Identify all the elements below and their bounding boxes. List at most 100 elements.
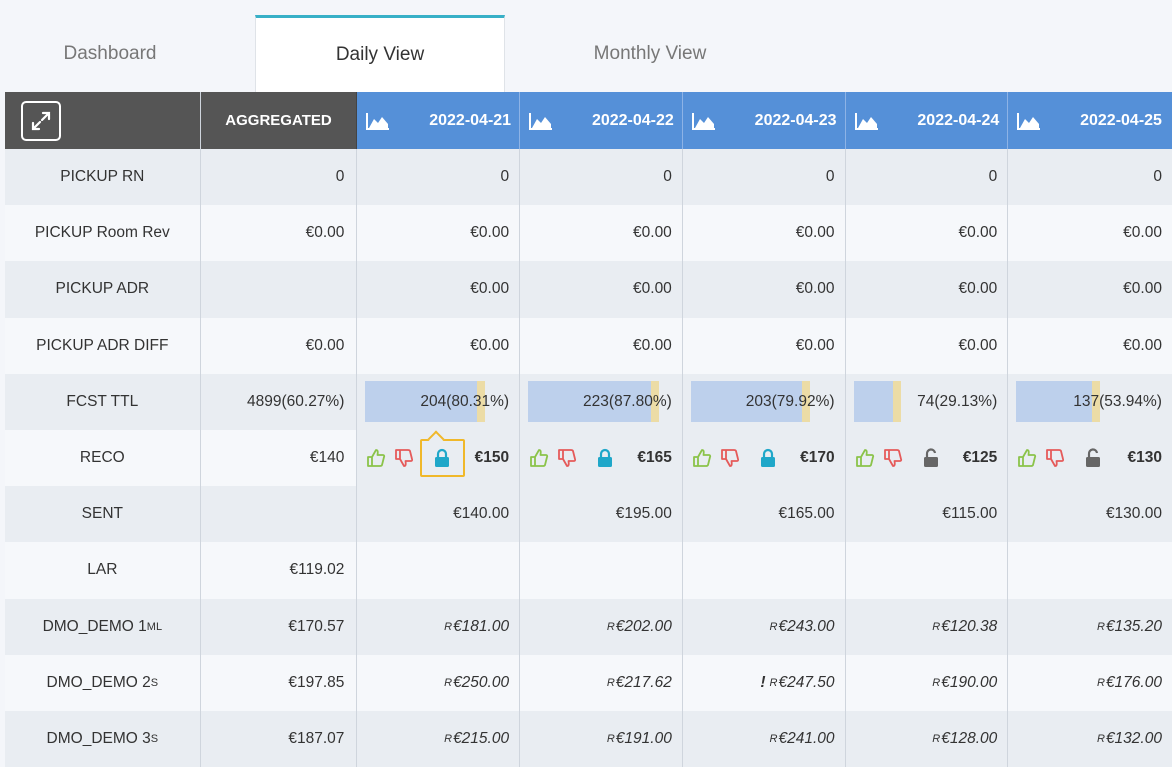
row-reco: RECO €140 €150 €165 €170 €125 €130 bbox=[5, 429, 1172, 487]
rate-value: €191.00 bbox=[615, 729, 672, 747]
grid-header-row: AGGREGATED 2022-04-21 2022-04-22 2022-04… bbox=[5, 92, 1172, 149]
reco-cell: €125 bbox=[845, 429, 1009, 487]
tab-monthly-view[interactable]: Monthly View bbox=[530, 16, 770, 92]
day-value: €195.00 bbox=[520, 486, 683, 543]
area-chart-icon[interactable] bbox=[365, 111, 391, 131]
date-label: 2022-04-25 bbox=[1080, 111, 1162, 129]
forecast-cell: 137(53.94%) bbox=[1008, 373, 1172, 430]
competitor-rate: R €190.00 bbox=[845, 654, 1009, 711]
rate-prefix: R bbox=[769, 676, 778, 689]
competitor-rate: R €202.00 bbox=[520, 598, 683, 655]
day-value: €0.00 bbox=[520, 261, 683, 318]
row-dmo-demo-2: DMO_DEMO 2S €197.85 R €250.00 R €217.62 ! R… bbox=[5, 654, 1172, 711]
thumbs-up-icon[interactable] bbox=[365, 447, 387, 469]
date-label: 2022-04-24 bbox=[917, 111, 1000, 129]
thumbs-up-icon[interactable] bbox=[691, 447, 713, 469]
competitor-rate: R €215.00 bbox=[357, 710, 521, 767]
unlock-icon[interactable] bbox=[920, 447, 942, 469]
row-dmo-demo-3: DMO_DEMO 3S €187.07 R €215.00 R €191.00 R €… bbox=[5, 710, 1172, 767]
row-label: SENT bbox=[5, 486, 201, 543]
thumbs-up-icon[interactable] bbox=[854, 447, 876, 469]
row-label-text: DMO_DEMO 1 bbox=[42, 617, 147, 635]
rate-prefix: R bbox=[606, 676, 615, 689]
reco-value: €165 bbox=[637, 449, 672, 467]
row-label: DMO_DEMO 1 ML bbox=[5, 598, 201, 655]
day-value: €165.00 bbox=[682, 486, 846, 543]
rate-value: €243.00 bbox=[778, 617, 835, 635]
aggregated-value: 4899(60.27%) bbox=[200, 373, 358, 430]
area-chart-icon[interactable] bbox=[1016, 111, 1042, 131]
competitor-rate: R €191.00 bbox=[520, 710, 683, 767]
competitor-rate: R €217.62 bbox=[520, 654, 683, 711]
area-chart-icon[interactable] bbox=[854, 111, 880, 131]
area-chart-icon[interactable] bbox=[691, 111, 717, 131]
day-value bbox=[357, 542, 521, 599]
thumbs-down-icon[interactable] bbox=[1044, 447, 1066, 469]
unlock-icon[interactable] bbox=[1082, 447, 1104, 469]
day-value: €140.00 bbox=[357, 486, 521, 543]
day-value: 0 bbox=[520, 149, 683, 206]
row-label-sup: ML bbox=[146, 620, 163, 633]
row-label: RECO bbox=[5, 429, 201, 487]
lock-icon[interactable] bbox=[757, 447, 779, 469]
thumbs-down-icon[interactable] bbox=[719, 447, 741, 469]
tab-daily-view[interactable]: Daily View bbox=[255, 15, 505, 92]
rate-value: €250.00 bbox=[453, 673, 510, 691]
reco-cell: €130 bbox=[1008, 429, 1172, 487]
rate-prefix: R bbox=[932, 732, 941, 745]
thumbs-down-icon[interactable] bbox=[882, 447, 904, 469]
aggregated-value: €170.57 bbox=[200, 598, 358, 655]
rate-prefix: R bbox=[932, 620, 941, 633]
rate-prefix: R bbox=[444, 676, 453, 689]
thumbs-down-icon[interactable] bbox=[556, 447, 578, 469]
date-header[interactable]: 2022-04-22 bbox=[520, 92, 683, 149]
reco-value: €125 bbox=[962, 449, 998, 467]
day-value: €0.00 bbox=[357, 317, 521, 374]
day-value: 0 bbox=[845, 149, 1009, 206]
thumbs-up-icon[interactable] bbox=[1016, 447, 1038, 469]
reco-cell: €165 bbox=[520, 429, 683, 487]
rate-prefix: R bbox=[1096, 620, 1105, 633]
row-label-sup: S bbox=[150, 676, 159, 689]
reco-value: €170 bbox=[800, 449, 835, 467]
rate-prefix: R bbox=[1096, 676, 1105, 689]
row-pickup-rn: PICKUP RN 0 0 0 0 0 0 bbox=[5, 149, 1172, 206]
warning-icon[interactable]: ! bbox=[760, 674, 765, 692]
expand-arrows-icon[interactable] bbox=[21, 100, 61, 141]
row-dmo-demo-1: DMO_DEMO 1 ML €170.57 R €181.00 R €202.00 R… bbox=[5, 598, 1172, 655]
forecast-cell: 204(80.31%) bbox=[357, 373, 521, 430]
day-value: €0.00 bbox=[357, 261, 521, 318]
row-label-sup: S bbox=[150, 732, 159, 745]
competitor-rate: R €135.20 bbox=[1008, 598, 1172, 655]
row-label: LAR bbox=[5, 542, 201, 599]
rate-value: €128.00 bbox=[941, 729, 998, 747]
tab-dashboard[interactable]: Dashboard bbox=[0, 16, 220, 92]
aggregated-value: 0 bbox=[200, 149, 358, 206]
date-header[interactable]: 2022-04-25 bbox=[1008, 92, 1172, 149]
reco-cell: €150 bbox=[357, 429, 521, 487]
forecast-cell: 74(29.13%) bbox=[845, 373, 1009, 430]
rate-prefix: R bbox=[932, 676, 941, 689]
view-tabs: Dashboard Daily View Monthly View bbox=[0, 0, 1172, 92]
area-chart-icon[interactable] bbox=[528, 111, 554, 131]
row-sent: SENT €140.00 €195.00 €165.00 €115.00 €13… bbox=[5, 486, 1172, 543]
day-value: €0.00 bbox=[845, 317, 1009, 374]
lock-icon[interactable] bbox=[594, 447, 616, 469]
rate-prefix: R bbox=[606, 732, 615, 745]
date-header[interactable]: 2022-04-23 bbox=[682, 92, 846, 149]
competitor-rate: R €250.00 bbox=[357, 654, 521, 711]
aggregated-value bbox=[200, 261, 358, 318]
thumbs-down-icon[interactable] bbox=[393, 447, 415, 469]
date-header[interactable]: 2022-04-21 bbox=[357, 92, 521, 149]
day-value: €0.00 bbox=[682, 317, 846, 374]
date-header[interactable]: 2022-04-24 bbox=[845, 92, 1009, 149]
row-label: DMO_DEMO 3S bbox=[5, 710, 201, 767]
date-label: 2022-04-22 bbox=[591, 111, 674, 129]
thumbs-up-icon[interactable] bbox=[528, 447, 550, 469]
aggregated-value: €119.02 bbox=[200, 542, 358, 599]
competitor-rate: ! R €247.50 bbox=[682, 654, 846, 711]
competitor-rate: R €241.00 bbox=[682, 710, 846, 767]
rate-prefix: R bbox=[1096, 732, 1105, 745]
aggregated-value: €187.07 bbox=[200, 710, 358, 767]
aggregated-value: €0.00 bbox=[200, 317, 358, 374]
